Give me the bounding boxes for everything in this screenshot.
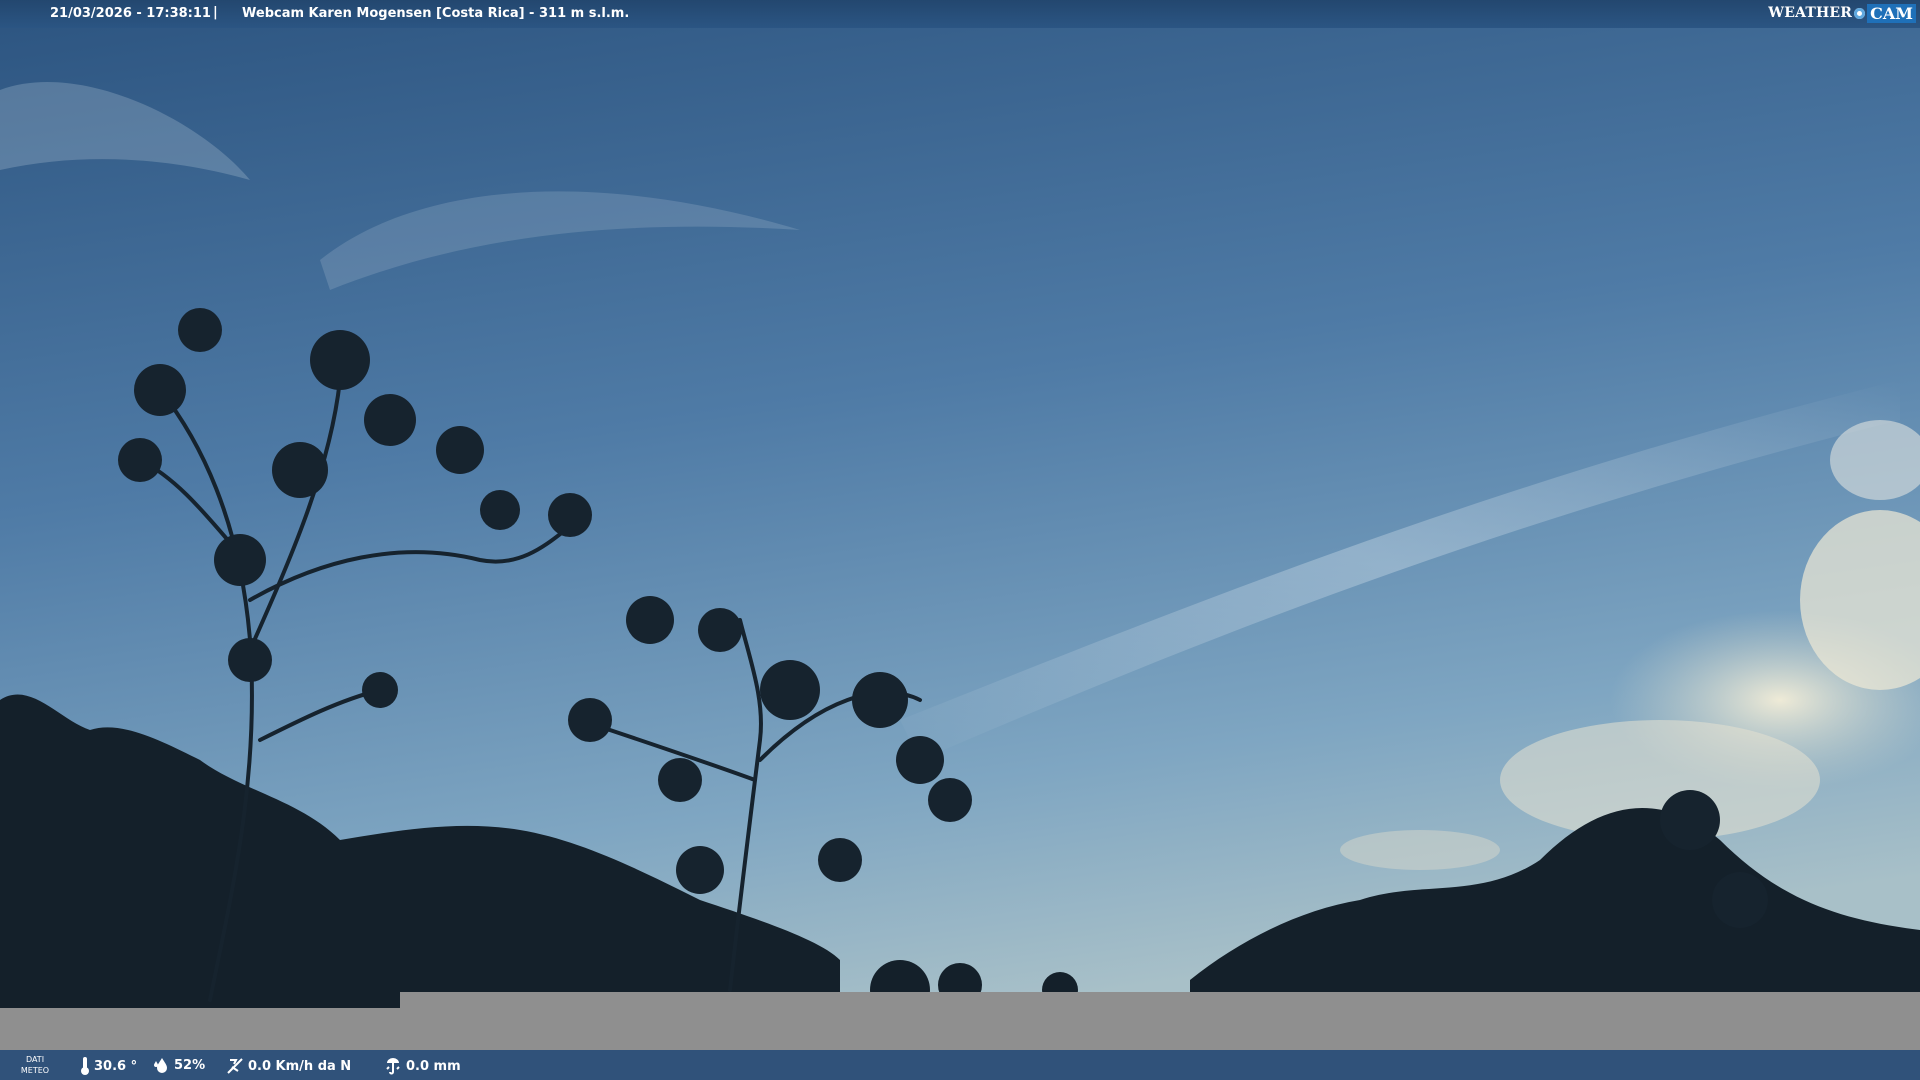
logo-word-weather: WEATHER (1768, 5, 1853, 21)
wind-icon (227, 1058, 243, 1074)
rain-value: 0.0 mm (406, 1058, 461, 1074)
overlay-band-lower (0, 1008, 1920, 1050)
logo-camera-icon (1854, 7, 1866, 19)
rain-gauge-icon (386, 1058, 400, 1075)
dati-meteo-label: DATI METEO (20, 1055, 50, 1075)
webcam-image (0, 0, 1920, 1080)
temperature-readout: 30.6 ° (80, 1057, 137, 1075)
logo-word-cam: CAM (1867, 3, 1916, 23)
wind-readout: 0.0 Km/h da N (226, 1057, 351, 1075)
wind-value: 0.0 Km/h da N (248, 1058, 352, 1074)
thermometer-icon (81, 1057, 89, 1075)
rain-readout: 0.0 mm (384, 1057, 461, 1075)
timestamp: 21/03/2026 - 17:38:11 (50, 6, 211, 21)
humidity-readout: 52% (154, 1057, 205, 1073)
temperature-value: 30.6 ° (94, 1058, 138, 1074)
weathercam-logo[interactable]: WEATHER CAM (1768, 2, 1916, 24)
humidity-icon (154, 1058, 167, 1073)
weather-data-bar: DATI METEO 30.6 ° 52% 0.0 Km/h da N 0.0 … (0, 1050, 1920, 1080)
camera-title: Webcam Karen Mogensen [Costa Rica] - 311… (242, 6, 630, 21)
header-bar: 21/03/2026 - 17:38:11 | Webcam Karen Mog… (0, 0, 1920, 28)
header-separator: | (213, 5, 218, 20)
humidity-value: 52% (174, 1057, 206, 1073)
